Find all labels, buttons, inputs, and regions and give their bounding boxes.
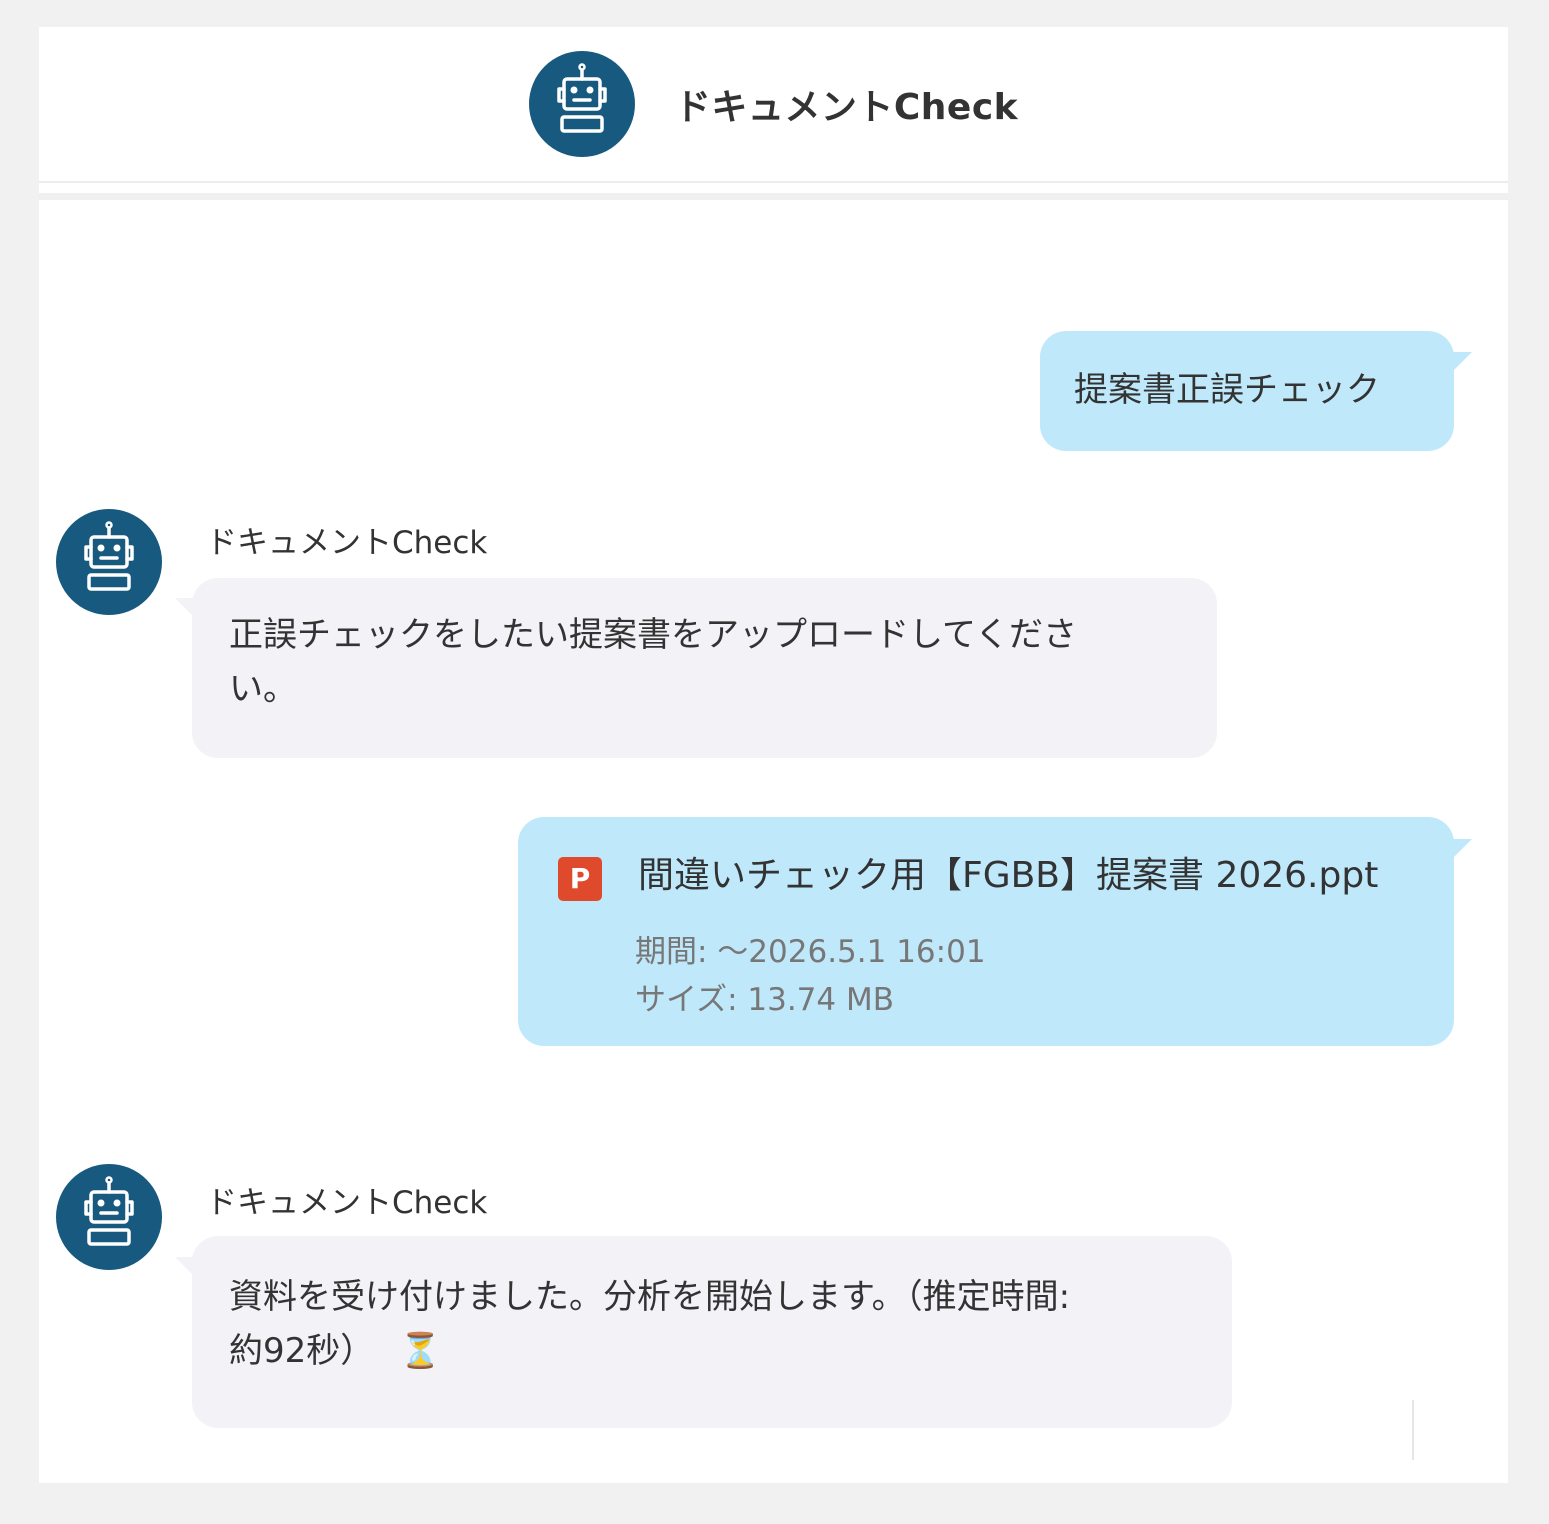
bot-message-bubble: 正誤チェックをしたい提案書をアップロードしてくださ い。 bbox=[192, 578, 1217, 758]
message-text-line: 正誤チェックをしたい提案書をアップロードしてくださ bbox=[229, 615, 1077, 655]
bubble-tail bbox=[1450, 839, 1472, 861]
file-name[interactable]: 間違いチェック用【FGBB】提案書 2026.ppt bbox=[638, 849, 1378, 903]
chat-window: ドキュメントCheck 提案書正誤チェック ドキュメントCheck 正誤チェック… bbox=[39, 27, 1508, 1483]
bot-avatar bbox=[56, 509, 162, 615]
message-text-line: 約92秒） ⏳ bbox=[229, 1324, 1232, 1378]
message-text-line: 資料を受け付けました。分析を開始します。（推定時間: bbox=[229, 1277, 1071, 1317]
file-size: サイズ: 13.74 MB bbox=[635, 982, 894, 1018]
bot-avatar bbox=[56, 1164, 162, 1270]
sender-name: ドキュメントCheck bbox=[206, 1185, 488, 1221]
header-divider bbox=[39, 193, 1508, 200]
scroll-indicator bbox=[1412, 1400, 1414, 1460]
message-text-line: い。 bbox=[229, 669, 297, 709]
user-message-bubble: 提案書正誤チェック bbox=[1040, 331, 1454, 451]
powerpoint-file-icon: P bbox=[558, 857, 602, 901]
message-text: 提案書正誤チェック bbox=[1074, 370, 1380, 410]
bubble-tail bbox=[1450, 352, 1472, 374]
header-divider bbox=[39, 181, 1508, 183]
sender-name: ドキュメントCheck bbox=[206, 525, 488, 561]
file-expiry: 期間: ～2026.5.1 16:01 bbox=[635, 934, 986, 970]
app-title: ドキュメントCheck bbox=[674, 87, 1019, 128]
message-text: 約92秒） bbox=[229, 1331, 375, 1371]
file-message-bubble[interactable]: P 間違いチェック用【FGBB】提案書 2026.ppt 期間: ～2026.5… bbox=[518, 817, 1454, 1046]
bot-message-bubble: 資料を受け付けました。分析を開始します。（推定時間: 約92秒） ⏳ bbox=[192, 1236, 1232, 1428]
chat-header: ドキュメントCheck bbox=[39, 27, 1508, 181]
robot-icon bbox=[528, 51, 635, 157]
hourglass-icon: ⏳ bbox=[399, 1331, 442, 1371]
